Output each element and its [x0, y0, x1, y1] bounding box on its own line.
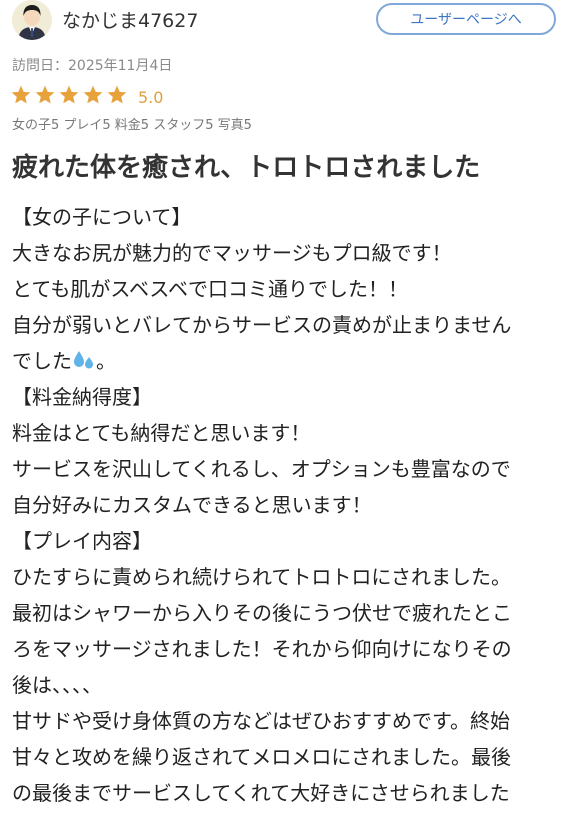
- review-line: サービスを沢山してくれるし、オプションも豊富なので: [12, 457, 511, 481]
- review-line: 甘々と攻めを繰り返されてメロメロにされました。最後: [12, 745, 511, 769]
- review-line: 甘サドや受け身体質の方などはぜひおすすめです。終始: [12, 709, 510, 733]
- review-body: 【女の子について】 大きなお尻が魅力的でマッサージもプロ級です！ とても肌がスベ…: [12, 199, 564, 811]
- star-rating: [10, 84, 130, 110]
- review-line: ろをマッサージされました！それから仰向けになりその: [12, 637, 512, 661]
- review-line: 自分好みにカスタムできると思います！: [12, 493, 372, 517]
- review-line: とても肌がスベスベで口コミ通りでした！！: [12, 277, 408, 301]
- rating-breakdown: 女の子5 プレイ5 料金5 スタッフ5 写真5: [12, 118, 252, 133]
- star-icon: [35, 85, 55, 104]
- review-line: 【プレイ内容】: [12, 529, 152, 553]
- review-line: 料金はとても納得だと思います！: [12, 421, 311, 445]
- review-line: 後は、、、、: [12, 673, 102, 697]
- review-line-text: でした: [12, 349, 72, 373]
- username[interactable]: なかじま47627: [62, 6, 198, 33]
- review-line: 最初はシャワーから入りその後にうつ伏せで疲れたとこ: [12, 601, 512, 625]
- sweat-drops-icon: [74, 351, 93, 369]
- review-line-with-emoji: でした。: [12, 343, 564, 379]
- rating-score: 5.0: [138, 87, 164, 107]
- review-line: 大きなお尻が魅力的でマッサージもプロ級です！: [12, 241, 452, 265]
- review-line: 【料金納得度】: [12, 385, 152, 409]
- visit-date: 訪問日：2025年11月4日: [12, 58, 173, 74]
- review-line: の最後までサービスしてくれて大好きにさせられました: [12, 781, 510, 805]
- review-line: ひたすらに責められ続けられてトロトロにされました。: [12, 565, 511, 589]
- rating-row: 5.0: [10, 84, 164, 110]
- star-icon: [11, 85, 31, 104]
- star-icon: [107, 85, 127, 104]
- user-page-button[interactable]: ユーザーページへ: [376, 3, 556, 35]
- review-line: 【女の子について】: [12, 205, 192, 229]
- star-icon: [83, 85, 103, 104]
- review-line-suffix: 。: [96, 349, 116, 373]
- review-header: なかじま47627 ユーザーページへ: [0, 0, 576, 44]
- review-line: 自分が弱いとバレてからサービスの責めが止まりません: [12, 313, 512, 337]
- user-avatar[interactable]: [12, 0, 52, 40]
- star-icon: [59, 85, 79, 104]
- user-avatar-icon: [12, 0, 52, 40]
- review-title: 疲れた体を癒され、トロトロされました: [12, 153, 481, 183]
